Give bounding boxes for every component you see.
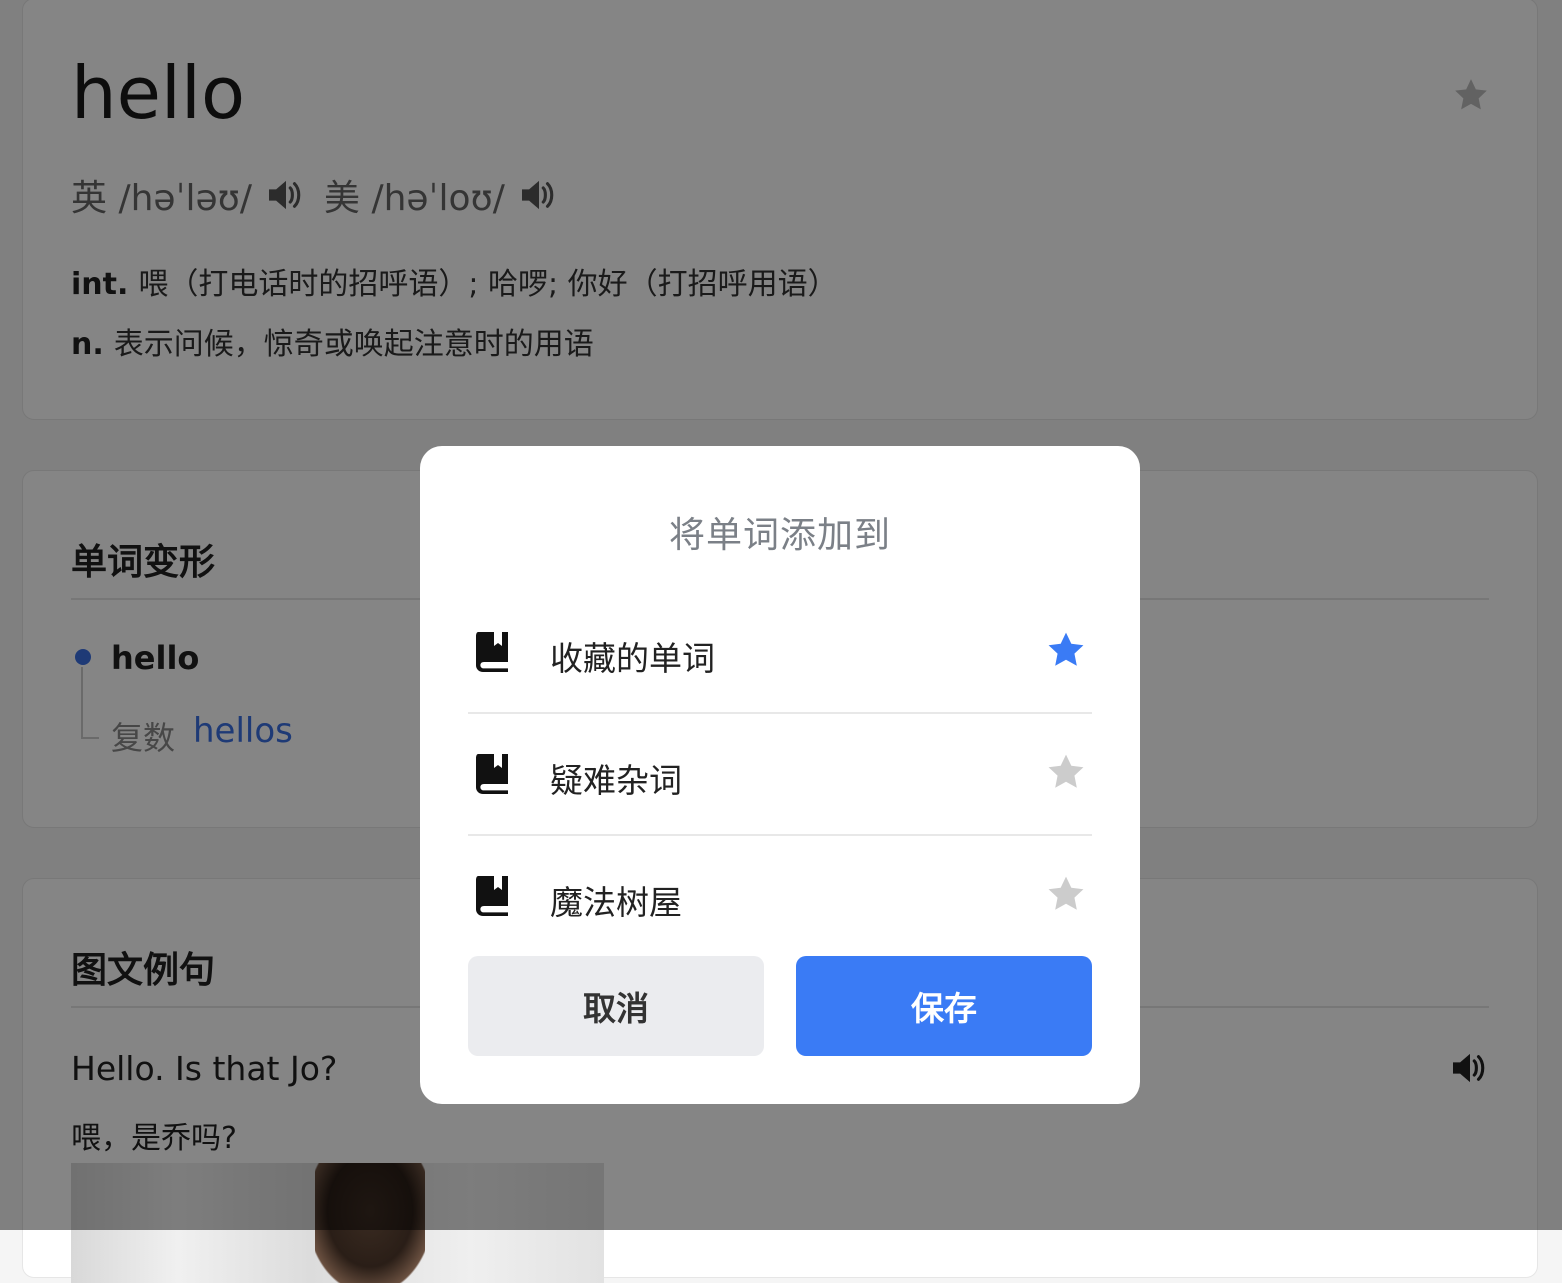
star-filled-icon[interactable]: [1044, 628, 1088, 672]
option-label: 魔法树屋: [550, 883, 682, 922]
wordbook-option-magic-tree-house[interactable]: 魔法树屋: [468, 836, 1092, 958]
wordbook-option-favorites[interactable]: 收藏的单词: [468, 592, 1092, 714]
add-to-wordbook-dialog: 将单词添加到 收藏的单词 疑难杂词 魔法树屋 取消 保存: [420, 446, 1140, 1104]
star-outline-icon[interactable]: [1044, 750, 1088, 794]
book-icon: [476, 632, 508, 672]
option-label: 收藏的单词: [550, 639, 715, 678]
cancel-button[interactable]: 取消: [468, 956, 764, 1056]
dialog-title: 将单词添加到: [668, 515, 891, 556]
book-icon: [476, 876, 508, 916]
book-icon: [476, 754, 508, 794]
star-outline-icon[interactable]: [1044, 872, 1088, 916]
option-label: 疑难杂词: [550, 761, 682, 800]
save-button[interactable]: 保存: [796, 956, 1092, 1056]
wordbook-option-difficult[interactable]: 疑难杂词: [468, 714, 1092, 836]
